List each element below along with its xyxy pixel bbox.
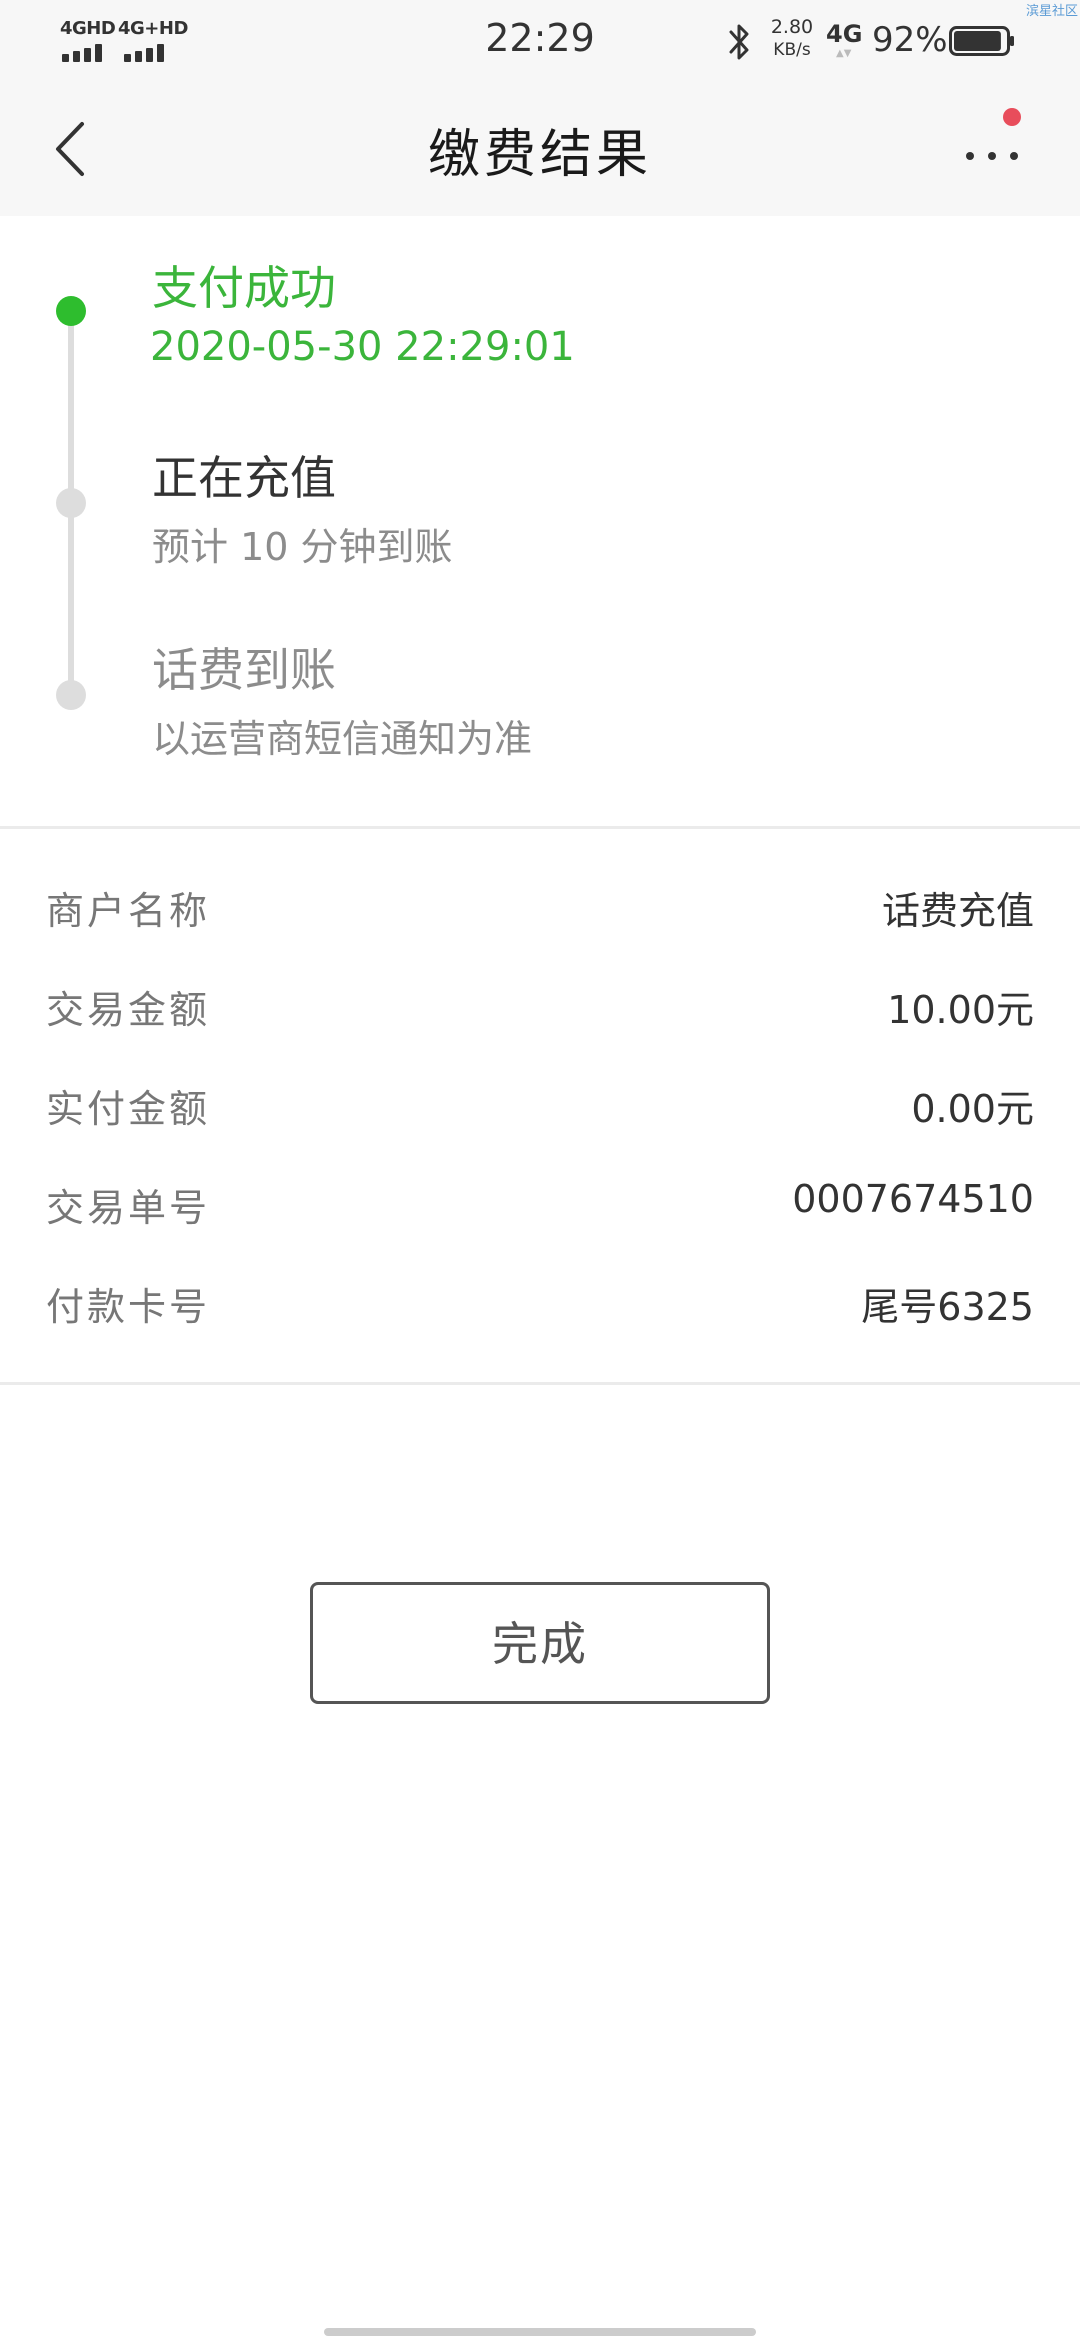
detail-value: 0007674510 [792,1177,1034,1221]
status-time: 22:29 [485,16,595,60]
watermark: 滨星社区 [1025,4,1078,19]
network-speed: 2.80 KB/s [768,18,816,59]
section-divider [0,1382,1080,1385]
notification-badge [1003,108,1021,126]
step-done-indicator [56,296,86,326]
detail-row-paid-amount: 实付金额 0.00元 [0,1078,1080,1138]
navigation-bar: 缴费结果 [0,82,1080,216]
step-title: 支付成功 [152,261,336,315]
done-button[interactable]: 完成 [310,1582,770,1704]
step-title: 正在充值 [152,451,336,505]
battery-fill [954,31,1001,51]
status-bar: 4GHD 4G+HD 22:29 2.80 KB/s 4G ▲▼ 92% 滨星社… [0,0,1080,82]
back-button[interactable] [44,114,104,184]
detail-label: 实付金额 [46,1087,211,1131]
chevron-left-icon [56,122,84,176]
battery-icon [949,26,1014,56]
mobile-data-type: 4G [826,20,863,48]
step-current-indicator [56,488,86,518]
section-divider [0,826,1080,829]
network-speed-value: 2.80 [770,16,814,38]
detail-row-amount: 交易金额 10.00元 [0,979,1080,1039]
detail-row-merchant: 商户名称 话费充值 [0,880,1080,940]
detail-label: 交易金额 [46,988,211,1032]
detail-row-card-number: 付款卡号 尾号6325 [0,1276,1080,1336]
detail-label: 交易单号 [46,1186,211,1230]
mobile-data-indicator: 4G ▲▼ [826,20,863,59]
sim1-network-type: 4GHD [60,18,116,39]
detail-row-order-number: 交易单号 0007674510 [0,1177,1080,1237]
payment-progress-timeline: 支付成功 2020-05-30 22:29:01 正在充值 预计 10 分钟到账… [0,216,1080,826]
sim1-signal-icon: 4GHD [60,18,116,62]
more-dots-icon [962,152,1022,162]
step-pending-indicator [56,680,86,710]
network-speed-unit: KB/s [773,40,811,60]
detail-label: 付款卡号 [46,1285,211,1329]
detail-value: 话费充值 [881,889,1034,933]
bluetooth-icon [729,24,749,60]
detail-value: 0.00元 [911,1087,1034,1131]
home-indicator[interactable] [324,2328,756,2336]
step-title: 话费到账 [152,643,336,697]
step-subtitle: 以运营商短信通知为准 [152,717,533,761]
page-title: 缴费结果 [427,125,652,185]
detail-value: 尾号6325 [861,1285,1034,1329]
more-button[interactable] [950,102,1030,192]
step-timestamp: 2020-05-30 22:29:01 [150,324,575,370]
data-activity-icon: ▲▼ [836,48,852,59]
sim2-network-type: 4G+HD [118,18,188,39]
step-subtitle: 预计 10 分钟到账 [152,525,453,569]
sim2-signal-icon: 4G+HD [118,18,188,62]
battery-percentage: 92% [872,20,948,60]
detail-value: 10.00元 [887,988,1034,1032]
detail-label: 商户名称 [46,889,211,933]
